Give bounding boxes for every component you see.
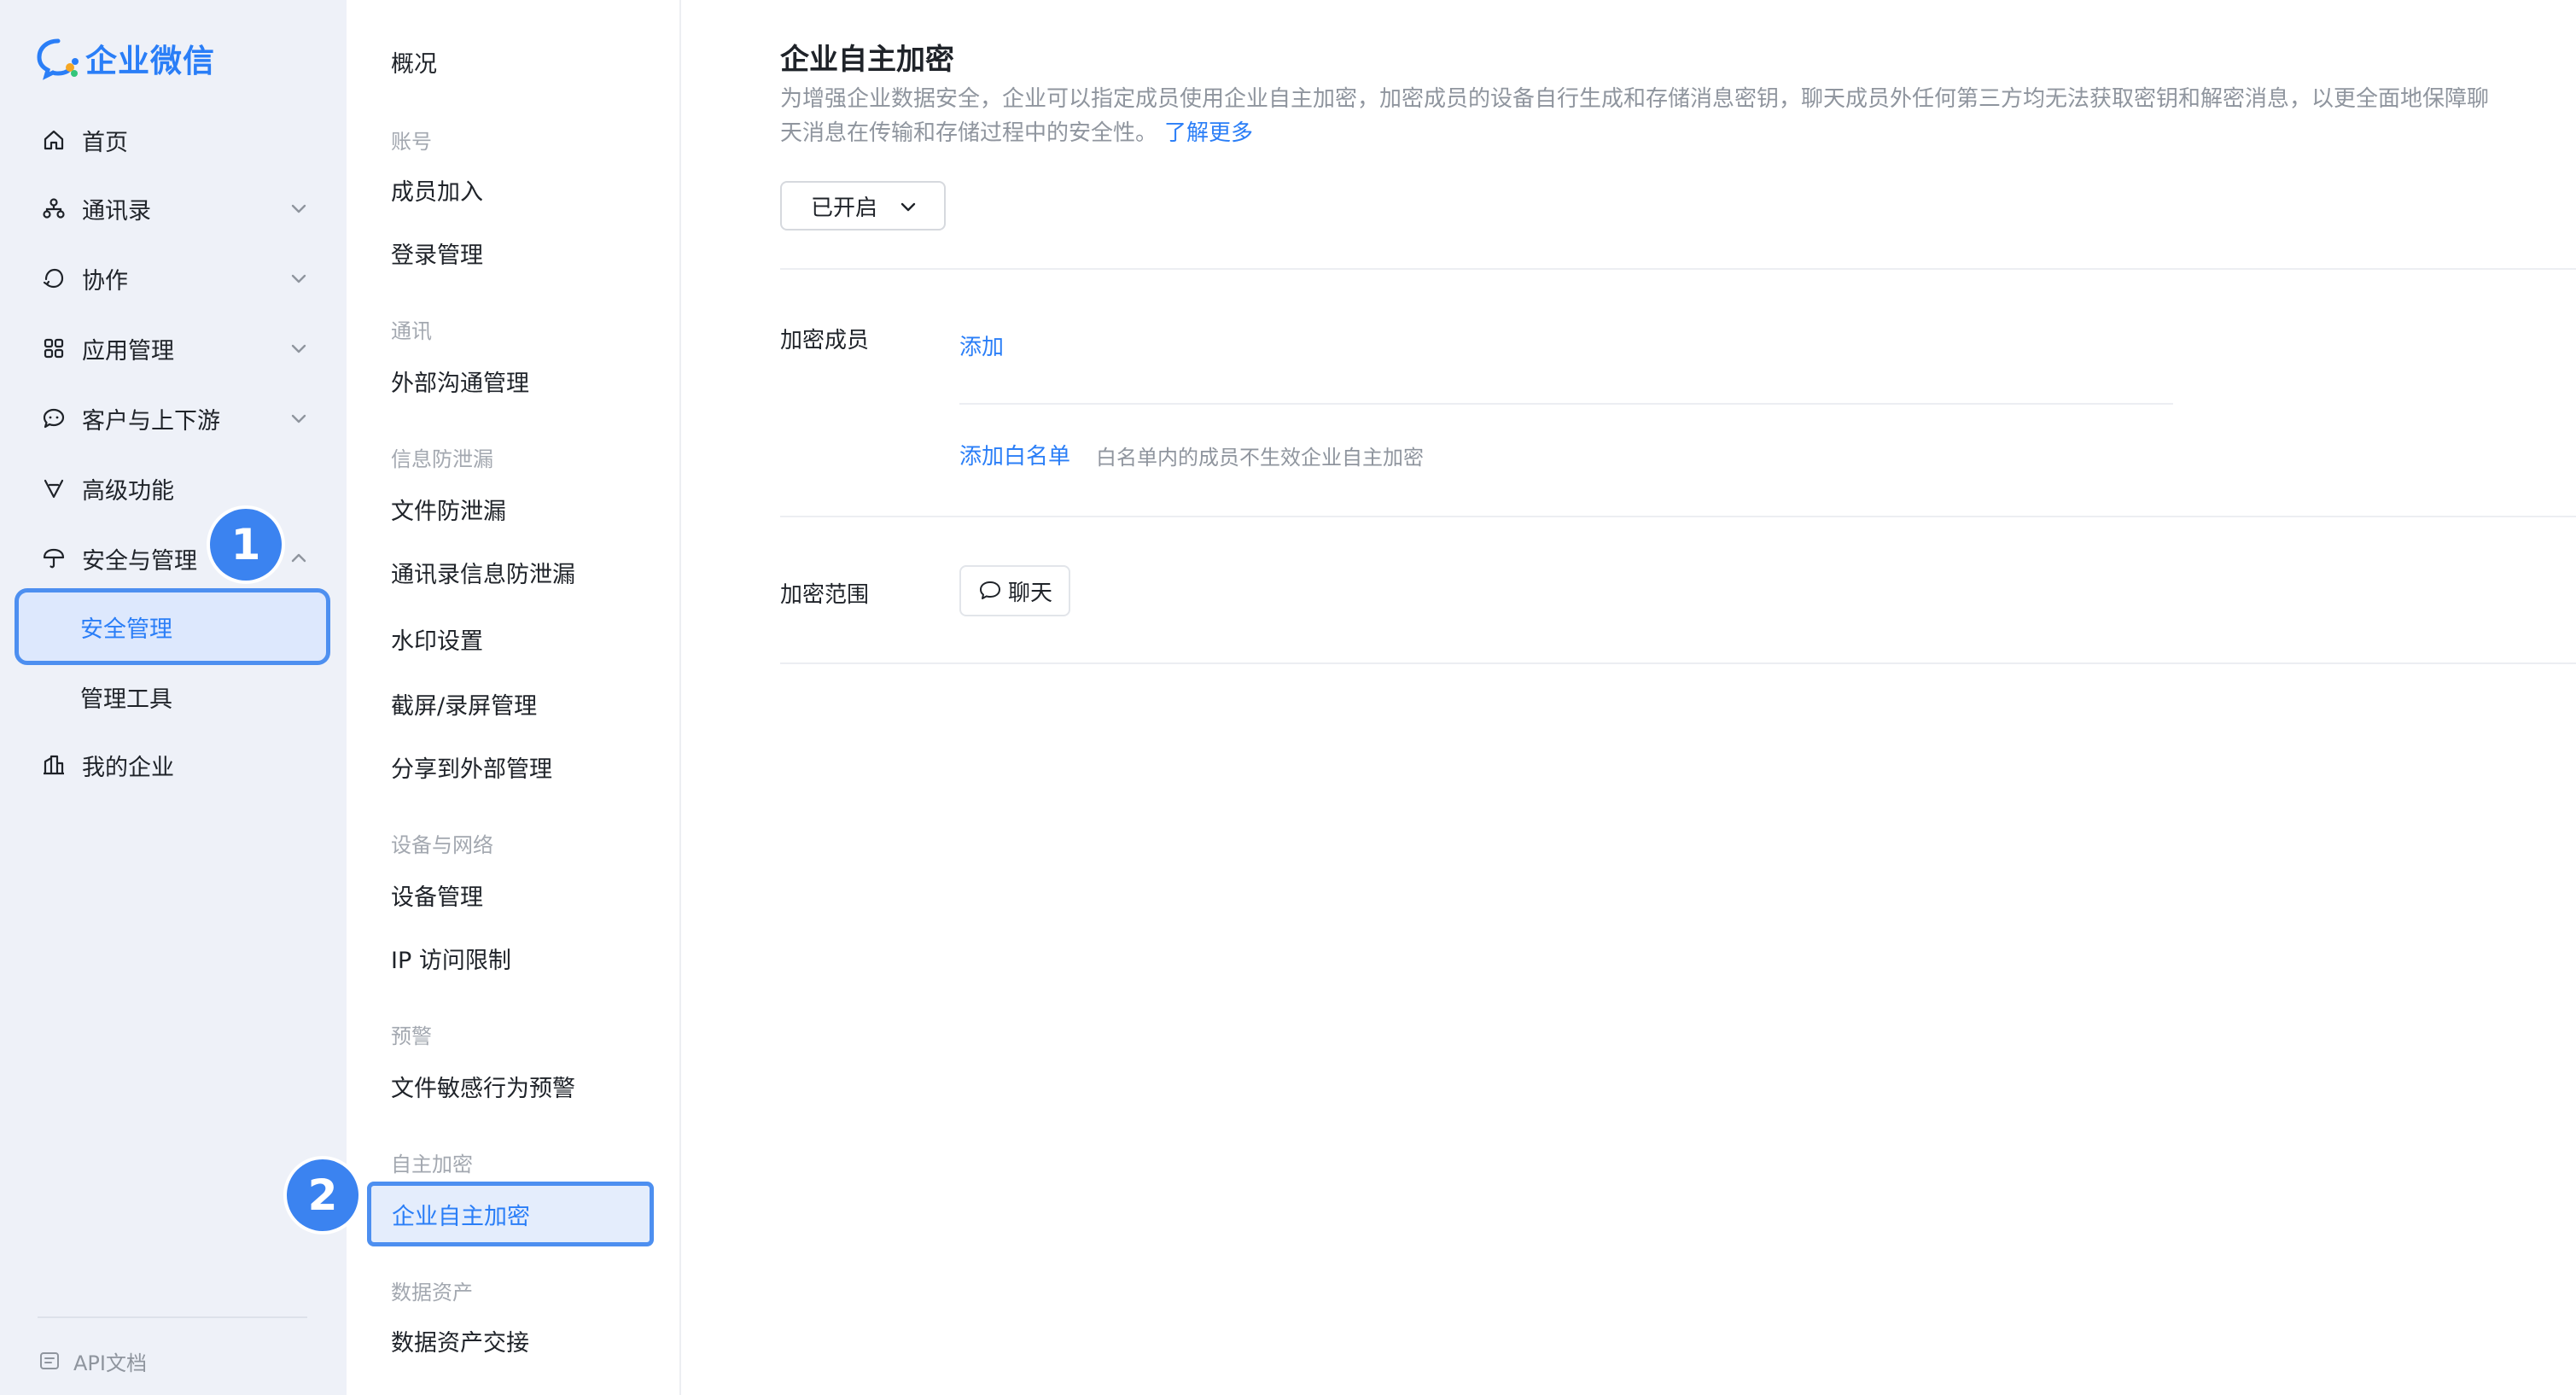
chevron-down-icon xyxy=(287,406,311,430)
advanced-icon xyxy=(39,474,68,503)
sidebar-item-label: 客户与上下游 xyxy=(82,407,220,435)
wecom-logo-icon xyxy=(37,38,79,80)
sidebar-item-my-company[interactable]: 我的企业 xyxy=(19,734,326,796)
encryption-status-dropdown[interactable]: 已开启 xyxy=(780,181,946,231)
page-title: 企业自主加密 xyxy=(780,43,954,77)
app-window: 企业微信 首页 通讯录 协作 应用管理 客户与上下游 高级功能 安全与管理 安全… xyxy=(0,0,2576,1395)
sidebar-sub-admin-tools[interactable]: 管理工具 xyxy=(19,662,326,731)
chat-bubble-icon xyxy=(39,404,68,433)
page-description: 为增强企业数据安全，企业可以指定成员使用企业自主加密，加密成员的设备自行生成和存… xyxy=(780,82,2573,150)
subnav-item-enterprise-encryption[interactable]: 企业自主加密 xyxy=(367,1182,654,1246)
api-doc-link[interactable]: API文档 xyxy=(38,1344,147,1378)
app-name: 企业微信 xyxy=(85,43,215,79)
apps-icon xyxy=(39,334,68,363)
sidebar-divider xyxy=(38,1316,307,1318)
collab-icon xyxy=(39,264,68,293)
subnav-item-ip-restriction[interactable]: IP 访问限制 xyxy=(391,944,511,978)
subnav-group-title: 账号 xyxy=(391,130,432,154)
chevron-down-icon xyxy=(287,266,311,290)
sidebar-sub-security-management[interactable]: 安全管理 xyxy=(15,588,330,665)
step-badge-2: 2 xyxy=(287,1159,358,1231)
description-text: 为增强企业数据安全，企业可以指定成员使用企业自主加密，加密成员的设备自行生成和存… xyxy=(780,86,2490,112)
home-icon xyxy=(39,125,68,155)
sidebar-item-label: 协作 xyxy=(82,267,128,295)
add-member-link[interactable]: 添加 xyxy=(959,330,1004,361)
encrypted-members-label: 加密成员 xyxy=(780,328,870,353)
sidebar-item-collab[interactable]: 协作 xyxy=(19,248,326,309)
building-icon xyxy=(39,750,68,779)
subnav-item-external-communication[interactable]: 外部沟通管理 xyxy=(391,367,529,401)
subnav-item-file-leak-prevention[interactable]: 文件防泄漏 xyxy=(391,495,506,529)
whitelist-hint: 白名单内的成员不生效企业自主加密 xyxy=(1096,446,1424,470)
chevron-down-icon xyxy=(287,196,311,220)
sidebar-item-contacts[interactable]: 通讯录 xyxy=(19,178,326,239)
main-content: 企业自主加密 为增强企业数据安全，企业可以指定成员使用企业自主加密，加密成员的设… xyxy=(683,0,2576,1395)
umbrella-icon xyxy=(39,544,68,573)
chevron-up-icon xyxy=(287,546,311,570)
subnav-item-contacts-leak-prevention[interactable]: 通讯录信息防泄漏 xyxy=(391,558,575,592)
add-whitelist-link[interactable]: 添加白名单 xyxy=(959,439,1070,470)
document-icon xyxy=(40,1352,59,1369)
subnav-item-file-alert[interactable]: 文件敏感行为预警 xyxy=(391,1072,575,1106)
encryption-scope-label: 加密范围 xyxy=(780,582,870,608)
api-doc-label: API文档 xyxy=(73,1351,147,1375)
sidebar-item-label: 应用管理 xyxy=(82,337,174,365)
section-divider xyxy=(780,268,2576,270)
sidebar-item-label: 安全与管理 xyxy=(82,547,197,575)
sidebar-item-apps[interactable]: 应用管理 xyxy=(19,318,326,379)
description-text: 天消息在传输和存储过程中的安全性。 xyxy=(780,120,1158,146)
subnav-item-screenshot-management[interactable]: 截屏/录屏管理 xyxy=(391,690,537,724)
sidebar-item-label: 首页 xyxy=(82,129,128,156)
sidebar-item-customers[interactable]: 客户与上下游 xyxy=(19,388,326,449)
subnav-item-device-management[interactable]: 设备管理 xyxy=(391,881,483,915)
sidebar-item-label: 我的企业 xyxy=(82,754,174,781)
security-subnav: 概况 账号 成员加入 登录管理 通讯 外部沟通管理 信息防泄漏 文件防泄漏 通讯… xyxy=(347,0,681,1395)
row-divider xyxy=(959,403,2173,405)
sidebar-item-label: 高级功能 xyxy=(82,477,174,505)
chat-bubble-icon xyxy=(979,581,1000,599)
chevron-down-icon xyxy=(287,336,311,360)
subnav-item-member-join[interactable]: 成员加入 xyxy=(391,176,483,210)
learn-more-link[interactable]: 了解更多 xyxy=(1164,120,1253,146)
step-badge-1: 1 xyxy=(210,509,282,581)
subnav-item-watermark[interactable]: 水印设置 xyxy=(391,625,483,659)
status-value: 已开启 xyxy=(811,195,878,221)
section-divider xyxy=(780,662,2576,664)
subnav-item-login-management[interactable]: 登录管理 xyxy=(391,239,483,273)
sidebar-item-advanced[interactable]: 高级功能 xyxy=(19,458,326,519)
subnav-group-title: 信息防泄漏 xyxy=(391,447,493,471)
sidebar-item-label: 通讯录 xyxy=(82,197,151,225)
subnav-item-data-asset-handover[interactable]: 数据资产交接 xyxy=(391,1327,529,1361)
subnav-group-title: 自主加密 xyxy=(391,1153,473,1176)
scope-chat-label: 聊天 xyxy=(1007,580,1052,606)
sidebar-item-home[interactable]: 首页 xyxy=(19,109,326,171)
subnav-item-external-share[interactable]: 分享到外部管理 xyxy=(391,753,552,787)
subnav-group-title: 通讯 xyxy=(391,319,432,343)
org-icon xyxy=(39,194,68,223)
scope-chat-tag: 聊天 xyxy=(959,565,1070,616)
subnav-group-title: 设备与网络 xyxy=(391,833,493,857)
chevron-down-icon xyxy=(900,202,916,212)
subnav-group-title: 数据资产 xyxy=(391,1281,473,1305)
app-logo[interactable]: 企业微信 xyxy=(36,34,215,82)
subnav-item-overview[interactable]: 概况 xyxy=(391,48,437,82)
section-divider xyxy=(780,516,2576,517)
subnav-group-title: 预警 xyxy=(391,1024,432,1048)
